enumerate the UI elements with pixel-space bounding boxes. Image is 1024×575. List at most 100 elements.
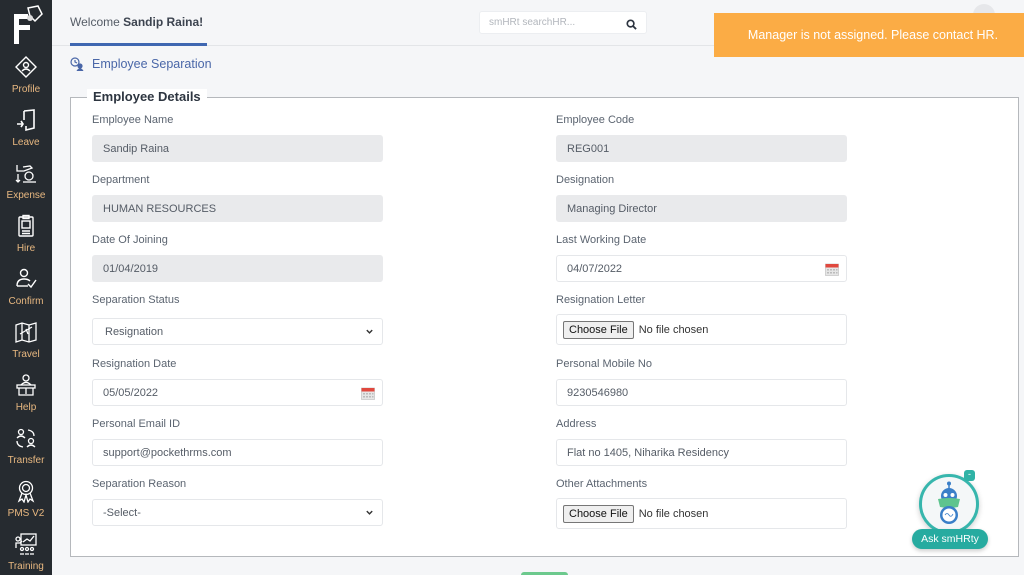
- personal-mobile-label: Personal Mobile No: [556, 358, 652, 370]
- employee-name-value: Sandip Raina: [103, 142, 170, 155]
- file-status: No file chosen: [638, 323, 709, 336]
- welcome-prefix: Welcome: [70, 15, 120, 29]
- sidebar-label: Leave: [12, 137, 40, 148]
- breadcrumb: Employee Separation: [70, 57, 212, 71]
- section-legend: Employee Details: [87, 89, 207, 104]
- department-field: HUMAN RESOURCES: [92, 195, 383, 222]
- sidebar-label: Help: [15, 402, 37, 413]
- separation-reason-label: Separation Reason: [92, 478, 187, 490]
- chevron-down-icon: [366, 329, 373, 334]
- toast-notification: Manager is not assigned. Please contact …: [714, 13, 1024, 57]
- last-working-date-input[interactable]: 04/07/2022: [556, 255, 847, 282]
- flag-logo-icon: [14, 5, 43, 44]
- sidebar-item-confirm[interactable]: Confirm: [0, 262, 52, 315]
- file-status: No file chosen: [638, 507, 709, 520]
- personal-mobile-input[interactable]: 9230546980: [556, 379, 847, 406]
- sidebar-item-training[interactable]: Training: [0, 527, 52, 575]
- award-medal-icon: [13, 478, 39, 504]
- employee-name-field: Sandip Raina: [92, 135, 383, 162]
- other-attachments-file-input[interactable]: Choose File No file chosen: [556, 498, 847, 529]
- date-of-joining-label: Date Of Joining: [92, 234, 168, 246]
- page-title: Employee Separation: [92, 57, 212, 71]
- chatbot-minimize-button[interactable]: -: [964, 470, 975, 481]
- sidebar-item-travel[interactable]: Travel: [0, 315, 52, 368]
- resignation-letter-label: Resignation Letter: [556, 294, 646, 306]
- sidebar-item-transfer[interactable]: Transfer: [0, 421, 52, 474]
- sidebar-label: Transfer: [7, 455, 45, 466]
- id-badge-icon: [13, 213, 39, 239]
- address-input[interactable]: Flat no 1405, Niharika Residency: [556, 439, 847, 466]
- employee-name-label: Employee Name: [92, 114, 174, 126]
- separation-reason-select[interactable]: -Select-: [92, 499, 383, 526]
- helpdesk-icon: [13, 372, 39, 398]
- hand-money-icon: [13, 160, 39, 186]
- chatbot-avatar[interactable]: [919, 474, 979, 534]
- app-logo[interactable]: [0, 0, 52, 50]
- door-exit-icon: [13, 107, 39, 133]
- choose-file-button[interactable]: Choose File: [563, 320, 634, 339]
- employee-details-panel: Employee Details Employee Name Sandip Ra…: [70, 89, 1019, 557]
- calendar-icon[interactable]: [825, 262, 839, 276]
- calendar-icon[interactable]: [361, 386, 375, 400]
- last-working-date-value: 04/07/2022: [567, 262, 623, 275]
- department-value: HUMAN RESOURCES: [103, 202, 217, 215]
- chevron-down-icon: [366, 510, 373, 515]
- personal-email-label: Personal Email ID: [92, 418, 181, 430]
- welcome-message: Welcome Sandip Raina!: [70, 15, 203, 29]
- resignation-date-value: 05/05/2022: [103, 386, 159, 399]
- sidebar-item-profile[interactable]: Profile: [0, 50, 52, 103]
- sidebar-label: Profile: [11, 84, 41, 95]
- profile-diamond-icon: [13, 54, 39, 80]
- sidebar: Profile Leave Expense Hire Confirm Trave…: [0, 0, 52, 575]
- sidebar-item-expense[interactable]: Expense: [0, 156, 52, 209]
- map-plane-icon: [13, 319, 39, 345]
- choose-file-button[interactable]: Choose File: [563, 504, 634, 523]
- last-working-date-label: Last Working Date: [556, 234, 647, 246]
- sidebar-label: Expense: [6, 190, 46, 201]
- department-label: Department: [92, 174, 150, 186]
- presentation-icon: [13, 531, 39, 557]
- sidebar-label: Hire: [16, 243, 36, 254]
- resignation-date-label: Resignation Date: [92, 358, 177, 370]
- separation-reason-value: -Select-: [103, 506, 141, 519]
- employee-code-label: Employee Code: [556, 114, 635, 126]
- address-value: Flat no 1405, Niharika Residency: [567, 446, 730, 459]
- resignation-letter-file-input[interactable]: Choose File No file chosen: [556, 314, 847, 345]
- employee-code-field: REG001: [556, 135, 847, 162]
- personal-email-input[interactable]: support@pockethrms.com: [92, 439, 383, 466]
- employee-code-value: REG001: [567, 142, 610, 155]
- robot-icon: [938, 481, 960, 524]
- employee-separation-icon: [70, 57, 84, 71]
- sidebar-item-help[interactable]: Help: [0, 368, 52, 421]
- date-of-joining-field: 01/04/2019: [92, 255, 383, 282]
- designation-label: Designation: [556, 174, 615, 186]
- sidebar-label: Travel: [12, 349, 40, 360]
- other-attachments-label: Other Attachments: [556, 478, 648, 490]
- resignation-date-input[interactable]: 05/05/2022: [92, 379, 383, 406]
- designation-field: Managing Director: [556, 195, 847, 222]
- personal-mobile-value: 9230546980: [567, 386, 629, 399]
- ask-chatbot-button[interactable]: Ask smHRty: [912, 529, 988, 549]
- search-box[interactable]: smHRt searchHR...: [479, 11, 647, 34]
- personal-email-value: support@pockethrms.com: [103, 446, 232, 459]
- active-tab-indicator: [70, 43, 207, 46]
- search-input[interactable]: smHRt searchHR...: [489, 17, 575, 28]
- users-transfer-icon: [13, 425, 39, 451]
- separation-status-select[interactable]: Resignation: [92, 318, 383, 345]
- user-check-icon: [13, 266, 39, 292]
- sidebar-item-pms-v2[interactable]: PMS V2: [0, 474, 52, 527]
- sidebar-label: Training: [8, 561, 44, 572]
- sidebar-label: PMS V2: [7, 508, 45, 519]
- separation-status-label: Separation Status: [92, 294, 180, 306]
- sidebar-label: Confirm: [8, 296, 44, 307]
- date-of-joining-value: 01/04/2019: [103, 262, 159, 275]
- designation-value: Managing Director: [567, 202, 657, 215]
- search-icon[interactable]: [626, 17, 637, 35]
- separation-status-value: Resignation: [105, 325, 164, 338]
- sidebar-item-leave[interactable]: Leave: [0, 103, 52, 156]
- sidebar-item-hire[interactable]: Hire: [0, 209, 52, 262]
- toast-message: Manager is not assigned. Please contact …: [747, 28, 999, 42]
- user-name: Sandip Raina!: [123, 15, 204, 29]
- address-label: Address: [556, 418, 597, 430]
- chatbot-widget[interactable]: - Ask smHRty: [912, 468, 988, 552]
